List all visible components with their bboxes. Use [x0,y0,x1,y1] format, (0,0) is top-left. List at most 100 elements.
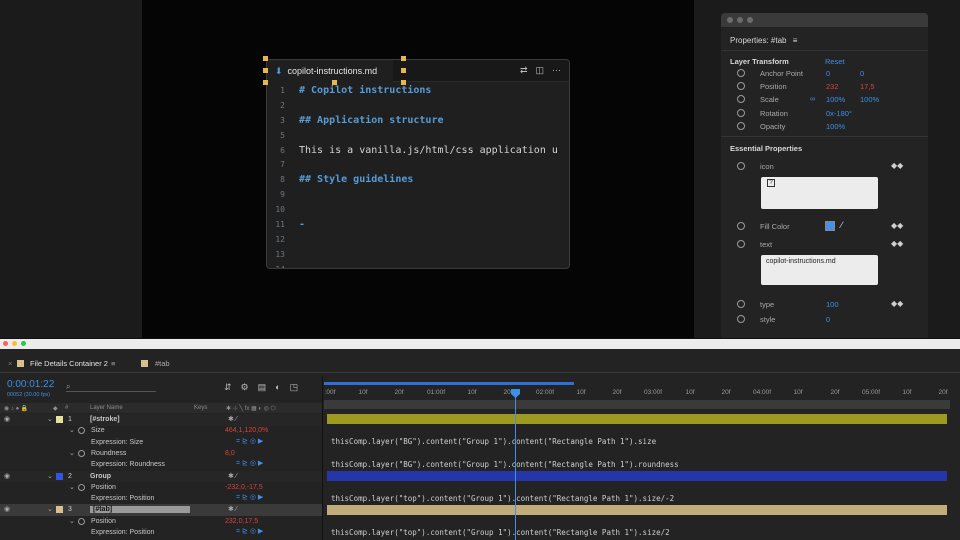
keyframe-nav-icon[interactable]: ◆◆ [891,161,903,170]
expression-row[interactable]: Expression: Position = ⊵ ◎ ▶ [0,527,322,539]
stopwatch-icon[interactable] [737,222,745,230]
layer-row[interactable]: ◉ ⌄ 1 [#stroke] ✱ ⁄ [0,414,322,426]
frame-blend-icon[interactable]: ▤ [258,382,267,393]
property-value[interactable]: 8,0 [225,450,235,457]
stopwatch-icon[interactable] [78,483,85,491]
layer-duration-bar[interactable] [327,414,947,424]
editor-line[interactable]: 7 [267,158,569,173]
stopwatch-icon[interactable] [78,427,85,435]
layer-row[interactable]: ◉ ⌄ 3 [#tab] ✱ ⁄ [0,504,322,516]
keyframe-nav-icon[interactable]: ◆◆ [891,239,903,248]
editor-line[interactable]: 1 # Copilot instructions [267,84,569,99]
visibility-eye-icon[interactable]: ◉ [4,415,10,423]
editor-tab[interactable]: ⬇ copilot-instructions.md [267,60,393,82]
more-actions-icon[interactable]: ··· [552,65,561,76]
tab-menu-icon[interactable]: ≡ [111,359,115,368]
property-row[interactable]: ⌄ Position -232,0,-17,5 [0,482,322,494]
expand-chevron-icon[interactable]: ⌄ [47,505,53,513]
editor-lines[interactable]: 1 # Copilot instructions 2 3 ## Application … [267,82,569,268]
transform-handle-right-mid[interactable] [401,68,406,73]
transform-value-2[interactable]: 17,5 [860,82,875,91]
stopwatch-icon[interactable] [737,95,745,104]
draft-3d-icon[interactable]: ⚙ [241,382,249,393]
stopwatch-icon[interactable] [78,449,85,457]
label-color-icon[interactable] [56,506,63,514]
transform-handle-left-mid[interactable] [263,68,268,73]
stopwatch-icon[interactable] [737,315,745,323]
icon-input[interactable]: ? [761,177,878,209]
transform-value-2[interactable]: 0 [860,69,864,78]
layer-row[interactable]: ◉ ⌄ 2 Group ✱ ⁄ [0,470,322,482]
motion-blur-icon[interactable]: ◐ [275,382,280,393]
transform-value-1[interactable]: 100% [826,122,845,131]
split-editor-icon[interactable]: ◫ [535,65,544,76]
layer-name[interactable]: Group [90,473,111,480]
transform-value-1[interactable]: 0x-180° [826,109,852,118]
transform-value-1[interactable]: 232 [826,82,839,91]
keyframe-nav-icon[interactable]: ◆◆ [891,221,903,230]
expression-row[interactable]: Expression: Size = ⊵ ◎ ▶ [0,437,322,449]
expression-controls-icon[interactable]: = ⊵ ◎ ▶ [236,437,263,445]
stopwatch-icon[interactable] [737,162,745,170]
property-value[interactable]: 464,1,120,0% [225,427,268,434]
layer-name-header[interactable]: Layer Name [90,405,123,411]
editor-line[interactable]: 10 [267,203,569,218]
visibility-eye-icon[interactable]: ◉ [4,505,10,513]
close-tab-icon[interactable]: × [8,359,12,368]
graph-editor-icon[interactable]: ◳ [290,382,299,393]
transform-handle-bottom-left[interactable] [263,80,268,85]
panel-menu-icon[interactable]: ≡ [793,36,798,45]
expression-controls-icon[interactable]: = ⊵ ◎ ▶ [236,527,263,535]
expand-chevron-icon[interactable]: ⌄ [69,449,75,457]
layer-switch-icon[interactable]: ✱ ⁄ [228,505,237,513]
layer-switch-icon[interactable]: ✱ ⁄ [228,415,237,423]
editor-line[interactable]: 11 - [267,218,569,233]
work-area-bar[interactable] [324,382,574,385]
text-input[interactable]: copilot-instructions.md [761,255,878,285]
expression-controls-icon[interactable]: = ⊵ ◎ ▶ [236,493,263,501]
editor-line[interactable]: 13 [267,248,569,263]
editor-line[interactable]: 2 [267,99,569,114]
editor-line[interactable]: 8 ## Style guidelines [267,173,569,188]
expression-text[interactable]: thisComp.layer("BG").content("Group 1").… [331,460,679,469]
compare-changes-icon[interactable]: ⇄ [520,65,528,76]
expand-chevron-icon[interactable]: ⌄ [69,426,75,434]
current-time[interactable]: 0:00:01:22 [7,379,54,390]
style-value[interactable]: 0 [826,315,830,324]
tab-tab[interactable]: #tab [155,359,170,368]
property-row[interactable]: ⌄ Roundness 8,0 [0,448,322,460]
expression-row[interactable]: Expression: Position = ⊵ ◎ ▶ [0,493,322,505]
transform-handle-bottom-mid[interactable] [332,80,337,85]
tab-comp[interactable]: File Details Container 2 [30,359,108,368]
expression-controls-icon[interactable]: = ⊵ ◎ ▶ [236,459,263,467]
transform-value-1[interactable]: 100% [826,95,845,104]
work-area-range[interactable] [324,400,950,409]
eyedropper-icon[interactable]: ⁄ [841,220,843,230]
expression-text[interactable]: thisComp.layer("BG").content("Group 1").… [331,437,656,446]
editor-line[interactable]: 6 This is a vanilla.js/html/css applicati… [267,144,569,159]
property-value[interactable]: 232,0,17,5 [225,518,258,525]
layer-switch-icon[interactable]: ✱ ⁄ [228,472,237,480]
stopwatch-icon[interactable] [78,517,85,525]
stopwatch-icon[interactable] [737,300,745,308]
stopwatch-icon[interactable] [737,121,745,130]
expression-row[interactable]: Expression: Roundness = ⊵ ◎ ▶ [0,459,322,471]
editor-line[interactable]: 14 [267,263,569,268]
search-input[interactable]: ⌕ [66,382,156,392]
editor-line[interactable]: 9 [267,188,569,203]
transform-handle-top-right[interactable] [401,56,406,61]
editor-line[interactable]: 12 [267,233,569,248]
transform-value-2[interactable]: 100% [860,95,879,104]
stopwatch-icon[interactable] [737,69,745,77]
link-icon[interactable]: ∞ [810,94,815,103]
code-editor-mockup[interactable]: ⬇ copilot-instructions.md ⇄ ◫ ··· 1 # Cop… [266,59,570,269]
layer-name[interactable]: [#stroke] [90,416,120,423]
transform-value-1[interactable]: 0 [826,69,830,78]
label-color-icon[interactable] [56,472,63,480]
property-value[interactable]: -232,0,-17,5 [225,484,263,491]
comp-switch-icon[interactable]: ⇵ [224,382,232,393]
layer-name[interactable]: [#tab] [90,506,190,514]
stopwatch-icon[interactable] [737,108,745,117]
expression-text[interactable]: thisComp.layer("top").content("Group 1")… [331,528,670,537]
type-value[interactable]: 100 [826,300,839,309]
